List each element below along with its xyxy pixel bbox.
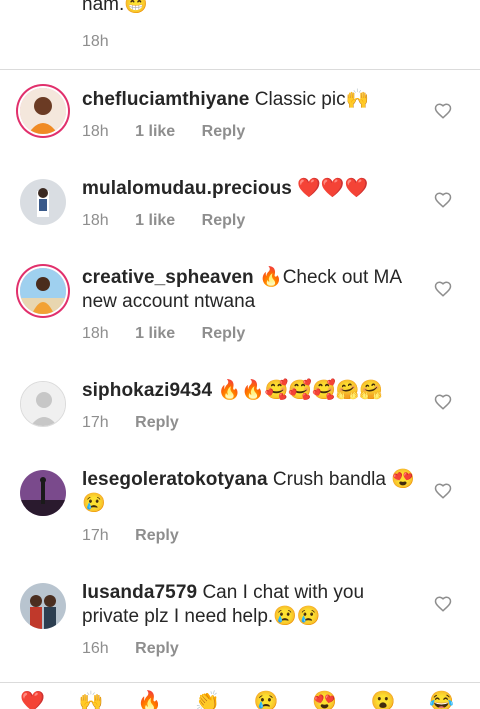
- comment-body: chefluciamthiyane Classic pic🙌: [82, 88, 422, 112]
- comment-likes[interactable]: 1 like: [135, 123, 175, 140]
- comment-text: Classic pic🙌: [254, 89, 370, 110]
- reply-button[interactable]: Reply: [135, 414, 179, 431]
- comment-text: ❤️❤️❤️: [297, 178, 369, 199]
- comment-meta: 16h Reply: [82, 640, 201, 658]
- emoji-reaction[interactable]: 🔥: [137, 691, 162, 709]
- avatar[interactable]: [20, 381, 66, 427]
- like-heart-icon[interactable]: [434, 595, 452, 613]
- reply-button[interactable]: Reply: [202, 123, 246, 140]
- emoji-reaction[interactable]: 😂: [429, 691, 454, 709]
- comment-time: 18h: [82, 212, 109, 229]
- comment-time: 17h: [82, 527, 109, 544]
- reply-button[interactable]: Reply: [202, 212, 246, 229]
- reply-button[interactable]: Reply: [135, 640, 179, 657]
- emoji-reaction[interactable]: ❤️: [20, 691, 45, 709]
- comment-text: 🔥🔥🥰🥰🥰🤗🤗: [217, 380, 384, 401]
- emoji-reaction[interactable]: 😮: [371, 691, 396, 709]
- partial-comment-time: 18h: [82, 33, 109, 50]
- comment-time: 17h: [82, 414, 109, 431]
- comment-time: 16h: [82, 640, 109, 657]
- avatar[interactable]: [20, 583, 66, 629]
- comment-likes[interactable]: 1 like: [135, 212, 175, 229]
- avatar[interactable]: [20, 268, 66, 314]
- like-heart-icon[interactable]: [434, 191, 452, 209]
- partial-comment: nam.😁 18h: [82, 0, 462, 70]
- comment-meta: 18h 1 like Reply: [82, 212, 267, 230]
- emoji-reaction[interactable]: 👏: [195, 691, 220, 709]
- comment-meta: 18h 1 like Reply: [82, 325, 267, 343]
- comment-body: lusanda7579 Can I chat with you private …: [82, 581, 422, 629]
- comment-meta: 18h 1 like Reply: [82, 123, 267, 141]
- comment-username[interactable]: chefluciamthiyane: [82, 89, 249, 110]
- comment-username[interactable]: mulalomudau.precious: [82, 178, 292, 199]
- comment-username[interactable]: siphokazi9434: [82, 380, 212, 401]
- comment-meta: 17h Reply: [82, 527, 201, 545]
- like-heart-icon[interactable]: [434, 102, 452, 120]
- emoji-reaction[interactable]: 😍: [312, 691, 337, 709]
- like-heart-icon[interactable]: [434, 393, 452, 411]
- avatar[interactable]: [20, 179, 66, 225]
- emoji-reaction[interactable]: 😢: [254, 691, 279, 709]
- emoji-reaction[interactable]: 🙌: [78, 691, 103, 709]
- comment-time: 18h: [82, 123, 109, 140]
- comment-username[interactable]: lusanda7579: [82, 582, 197, 603]
- avatar[interactable]: [20, 470, 66, 516]
- reply-button[interactable]: Reply: [202, 325, 246, 342]
- like-heart-icon[interactable]: [434, 280, 452, 298]
- reply-button[interactable]: Reply: [135, 527, 179, 544]
- comment-body: lesegoleratokotyana Crush bandla 😍😢: [82, 468, 422, 516]
- avatar[interactable]: [20, 88, 66, 134]
- comment-body: mulalomudau.precious ❤️❤️❤️: [82, 177, 422, 201]
- emoji-strip: ❤️ 🙌 🔥 👏 😢 😍 😮 😂: [20, 689, 480, 709]
- comment-likes[interactable]: 1 like: [135, 325, 175, 342]
- partial-comment-text: nam.😁: [82, 0, 148, 15]
- comment-body: siphokazi9434 🔥🔥🥰🥰🥰🤗🤗: [82, 379, 422, 403]
- like-heart-icon[interactable]: [434, 482, 452, 500]
- comment-body: creative_spheaven 🔥Check out MA new acco…: [82, 266, 422, 314]
- divider: [0, 69, 480, 70]
- comment-time: 18h: [82, 325, 109, 342]
- comment-username[interactable]: lesegoleratokotyana: [82, 469, 268, 490]
- comment-meta: 17h Reply: [82, 414, 201, 432]
- comment-username[interactable]: creative_spheaven: [82, 267, 254, 288]
